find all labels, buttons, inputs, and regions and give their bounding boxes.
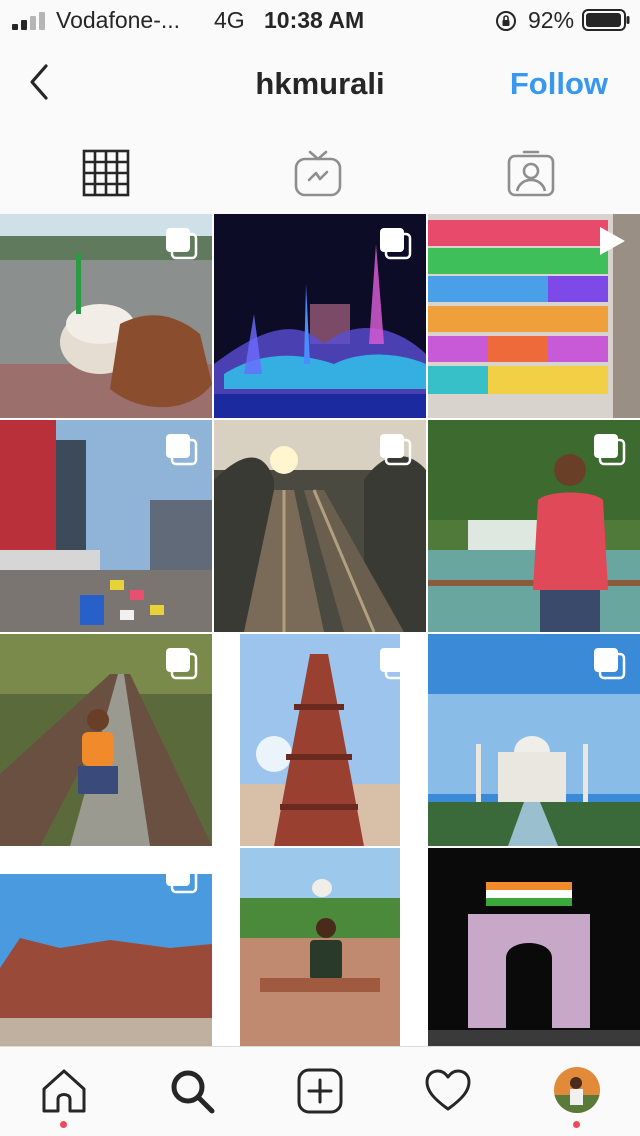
- battery-percent: 92%: [528, 7, 575, 33]
- profile-avatar-image: [554, 1067, 600, 1113]
- signal-strength-icon: [12, 12, 45, 30]
- multiple-photos-icon: [380, 228, 412, 260]
- post-fountain-show[interactable]: [214, 214, 426, 418]
- profile-header: hkmurali Follow: [0, 40, 640, 130]
- multiple-photos-icon: [594, 434, 626, 466]
- post-bench-taj[interactable]: [214, 848, 426, 1046]
- network-type: 4G: [214, 7, 245, 33]
- post-india-gate[interactable]: [428, 848, 640, 1046]
- post-colorful-pens[interactable]: [428, 214, 640, 418]
- post-qutub-minar[interactable]: [214, 634, 426, 846]
- multiple-photos-icon: [166, 228, 198, 260]
- avatar[interactable]: [554, 1067, 600, 1113]
- add-post-icon[interactable]: [296, 1067, 344, 1115]
- post-waterfall-portrait[interactable]: [428, 420, 640, 632]
- multiple-photos-icon: [380, 434, 412, 466]
- post-sitting-on-tracks[interactable]: [0, 634, 212, 846]
- search-icon[interactable]: [168, 1067, 216, 1115]
- post-red-fort[interactable]: [0, 848, 212, 1046]
- post-city-street[interactable]: [0, 420, 212, 632]
- home-notification-dot: [60, 1121, 67, 1128]
- post-ice-cream[interactable]: [0, 214, 212, 418]
- clock: 10:38 AM: [264, 7, 365, 33]
- battery-icon: [582, 9, 630, 31]
- post-thumbnail: [428, 848, 640, 1046]
- chevron-left-icon[interactable]: [20, 60, 60, 104]
- multiple-photos-icon: [380, 648, 412, 680]
- multiple-photos-icon: [166, 862, 198, 894]
- multiple-photos-icon: [166, 434, 198, 466]
- post-railway-bridge[interactable]: [214, 420, 426, 632]
- grid-icon[interactable]: [81, 148, 131, 198]
- profile-notification-dot: [573, 1121, 580, 1128]
- posts-grid: [0, 214, 640, 1046]
- status-bar: Vodafone-... 4G 10:38 AM 92%: [0, 0, 640, 40]
- post-thumbnail: [214, 848, 426, 1046]
- tagged-user-icon[interactable]: [506, 148, 556, 198]
- bottom-navigation: [0, 1046, 640, 1136]
- video-play-icon: [600, 227, 625, 255]
- home-icon[interactable]: [40, 1067, 88, 1115]
- multiple-photos-icon: [166, 648, 198, 680]
- igtv-icon[interactable]: [293, 148, 343, 198]
- post-taj-mahal[interactable]: [428, 634, 640, 846]
- carrier-name: Vodafone-...: [56, 7, 181, 33]
- heart-icon[interactable]: [424, 1067, 472, 1115]
- orientation-lock-icon: [496, 11, 516, 31]
- multiple-photos-icon: [594, 648, 626, 680]
- profile-tabs: [0, 130, 640, 214]
- follow-button[interactable]: Follow: [510, 66, 608, 102]
